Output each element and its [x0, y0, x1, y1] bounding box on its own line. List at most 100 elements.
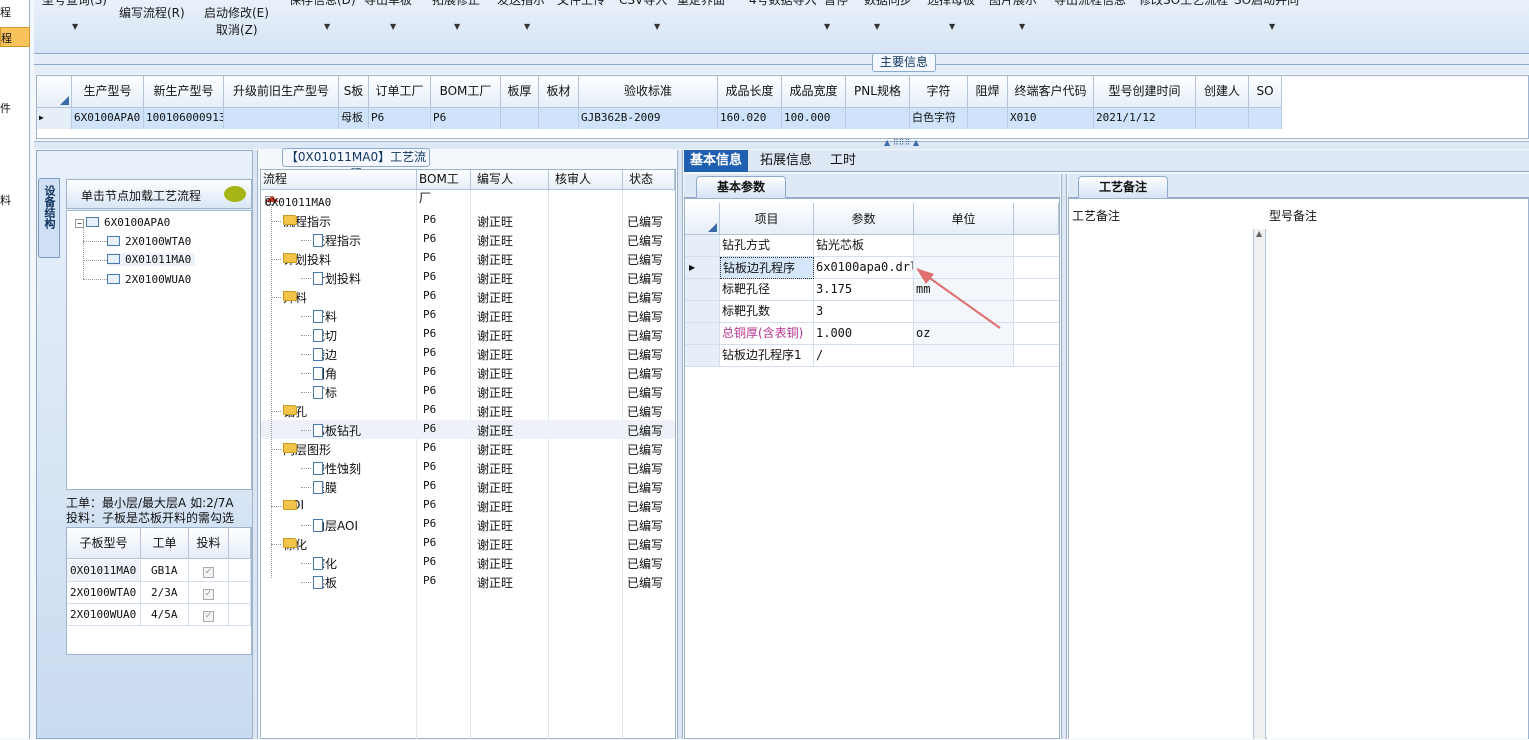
ribbon-item[interactable]: 导出流程信息 — [1054, 0, 1126, 8]
row-header[interactable] — [685, 323, 720, 345]
col-header[interactable]: 工单 — [141, 528, 189, 559]
ribbon-query-button[interactable]: 型号查询(S) — [42, 0, 107, 8]
row-header[interactable] — [685, 235, 720, 257]
col-header[interactable]: 生产型号 — [72, 76, 144, 108]
ribbon-item[interactable]: 修改SO工艺流程 — [1139, 0, 1228, 8]
process-step-row[interactable]: 芯板钻孔 P6 谢正旺 已编写 — [261, 420, 675, 439]
col-header[interactable]: 投料 — [189, 528, 229, 559]
col-header[interactable]: 新生产型号 — [144, 76, 224, 108]
ribbon-item[interactable]: CSV导入 — [619, 0, 667, 8]
tab-extended-info[interactable]: 拓展信息 — [754, 150, 818, 172]
table-cell[interactable]: 10010600091312 — [144, 108, 224, 129]
table-cell[interactable] — [1249, 108, 1282, 129]
table-cell[interactable] — [224, 108, 339, 129]
param-item-cell[interactable]: 标靶孔数 — [720, 301, 814, 323]
ribbon-item[interactable]: SO启动并同 — [1234, 0, 1299, 8]
process-step-row[interactable]: 内层AOI P6 谢正旺 已编写 — [261, 515, 675, 534]
process-step-row[interactable]: 酸性蚀刻 P6 谢正旺 已编写 — [261, 458, 675, 477]
feed-checkbox[interactable]: ✓ — [189, 560, 229, 582]
left-nav-item[interactable]: 程 — [0, 4, 11, 20]
col-header[interactable]: BOM工厂 — [431, 76, 501, 108]
tree-node[interactable]: 2X0100WUA0 — [107, 273, 191, 286]
start-modify-button[interactable]: 启动修改(E) — [204, 4, 269, 21]
horizontal-splitter[interactable]: ▲ ⠿⠿⠿ ▲ — [34, 138, 1529, 149]
process-step-row[interactable]: 裁切 P6 谢正旺 已编写 — [261, 325, 675, 344]
process-step-row[interactable]: 退膜 P6 谢正旺 已编写 — [261, 477, 675, 496]
save-info-button[interactable]: 保存信息(D) — [289, 0, 356, 8]
process-group-row[interactable]: −开料P6谢正旺已编写 — [261, 287, 675, 306]
col-header[interactable]: 单位 — [914, 203, 1014, 235]
ribbon-item[interactable]: 发送指示 — [497, 0, 545, 8]
chevron-down-icon[interactable]: ▼ — [1269, 22, 1275, 31]
feed-checkbox[interactable]: ✓ — [189, 582, 229, 604]
grid-corner[interactable] — [685, 203, 720, 235]
ribbon-item[interactable]: 拓展修正 — [432, 0, 480, 8]
ribbon-item[interactable]: 文件上传 — [557, 0, 605, 8]
process-group-row[interactable]: −AOIP6谢正旺已编写 — [261, 496, 675, 515]
ribbon-item[interactable]: 导出单板 — [364, 0, 412, 8]
col-header[interactable]: 型号创建时间 — [1094, 76, 1196, 108]
table-cell[interactable] — [1196, 108, 1249, 129]
col-header[interactable]: 阻焊 — [968, 76, 1008, 108]
table-cell[interactable]: 白色字符 — [910, 108, 968, 129]
param-item-cell[interactable]: 钻板边孔程序 — [720, 257, 814, 279]
chevron-down-icon[interactable]: ▼ — [949, 22, 955, 31]
col-header[interactable]: 升级前旧生产型号 — [224, 76, 339, 108]
param-value-cell[interactable]: 3 — [814, 301, 914, 323]
vertical-splitter[interactable] — [252, 150, 258, 739]
process-group-row[interactable]: −流程指示P6谢正旺已编写 — [261, 211, 675, 230]
device-structure-tab[interactable]: 设备结构 — [38, 178, 60, 258]
row-header[interactable] — [685, 301, 720, 323]
process-step-row[interactable]: 烘板 P6 谢正旺 已编写 — [261, 572, 675, 591]
table-cell[interactable]: GB1A — [141, 560, 189, 582]
tab-basic-params[interactable]: 基本参数 — [696, 176, 786, 198]
table-cell[interactable]: 母板 — [339, 108, 369, 129]
tree-node[interactable]: 2X0100WTA0 — [107, 235, 191, 248]
param-item-cell[interactable]: 钻板边孔程序1 — [720, 345, 814, 367]
process-group-row[interactable]: −棕化P6谢正旺已编写 — [261, 534, 675, 553]
col-header[interactable]: PNL规格 — [846, 76, 910, 108]
table-cell[interactable]: 4/5A — [141, 604, 189, 626]
col-header[interactable]: 字符 — [910, 76, 968, 108]
process-group-row[interactable]: −钻孔P6谢正旺已编写 — [261, 401, 675, 420]
col-header[interactable]: 订单工厂 — [369, 76, 431, 108]
collapse-arrow-icon[interactable]: ▲ ⠿⠿⠿ ▲ — [884, 138, 919, 147]
col-header[interactable]: 板厚 — [501, 76, 539, 108]
param-value-cell[interactable]: / — [814, 345, 914, 367]
ribbon-item[interactable]: 选择母板 — [927, 0, 975, 8]
table-cell[interactable]: GJB362B-2009 — [579, 108, 718, 129]
param-value-cell[interactable]: 钻光芯板 — [814, 235, 914, 257]
table-cell[interactable]: 6X0100APA0 — [72, 108, 144, 129]
col-header[interactable]: 项目 — [720, 203, 814, 235]
process-step-row[interactable]: 打标 P6 谢正旺 已编写 — [261, 382, 675, 401]
chevron-down-icon[interactable]: ▼ — [324, 22, 330, 31]
ribbon-item[interactable]: 4号数据导入 — [749, 0, 817, 8]
tab-basic-info[interactable]: 基本信息 — [684, 150, 749, 172]
table-cell[interactable]: 2X0100WTA0 — [67, 582, 141, 604]
row-header[interactable] — [685, 279, 720, 301]
ribbon-item[interactable]: 暂停 — [824, 0, 848, 8]
param-item-cell[interactable]: 标靶孔径 — [720, 279, 814, 301]
col-header[interactable]: 编写人 — [471, 170, 549, 190]
col-header[interactable]: 创建人 — [1196, 76, 1249, 108]
param-value-cell[interactable]: 6x0100apa0.drl — [814, 257, 914, 279]
process-step-row[interactable]: 棕化 P6 谢正旺 已编写 — [261, 553, 675, 572]
table-cell[interactable]: 0X01011MA0 — [67, 560, 141, 582]
scrollbar[interactable]: ▲ — [1254, 229, 1266, 739]
col-header[interactable]: 成品长度 — [718, 76, 782, 108]
process-step-row[interactable]: 开料 P6 谢正旺 已编写 — [261, 306, 675, 325]
chevron-down-icon[interactable]: ▼ — [454, 22, 460, 31]
row-header[interactable] — [685, 345, 720, 367]
ribbon-item[interactable]: 数据同步 — [864, 0, 912, 8]
row-header[interactable]: ▶ — [685, 257, 720, 279]
table-cell[interactable]: P6 — [431, 108, 501, 129]
col-header[interactable]: 板材 — [539, 76, 579, 108]
col-header[interactable]: 成品宽度 — [782, 76, 846, 108]
param-item-cell[interactable]: 总铜厚(含表铜) — [720, 323, 814, 345]
table-cell[interactable] — [501, 108, 539, 129]
table-cell[interactable] — [1014, 279, 1059, 301]
collapse-icon[interactable]: − — [75, 219, 84, 228]
chevron-down-icon[interactable]: ▼ — [390, 22, 396, 31]
ribbon-item[interactable]: 图片展示 — [989, 0, 1037, 8]
table-cell[interactable]: 160.020 — [718, 108, 782, 129]
